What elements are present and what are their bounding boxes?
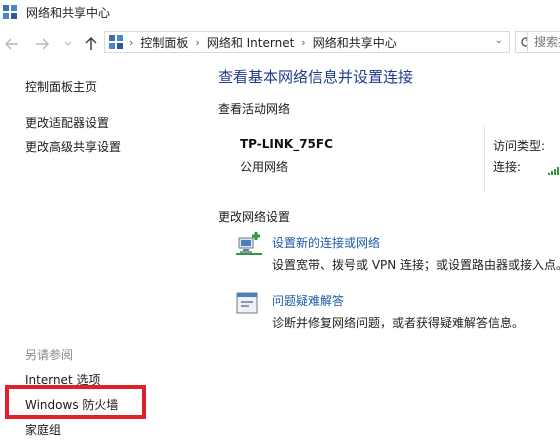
- search-input[interactable]: 搜索控: [527, 31, 560, 53]
- troubleshoot-description: 诊断并修复网络问题，或者获得疑难解答信息。: [272, 316, 525, 330]
- page-title: 查看基本网络信息并设置连接: [218, 68, 414, 86]
- sidebar-link-advanced-sharing[interactable]: 更改高级共享设置: [25, 138, 121, 155]
- troubleshoot-icon: [236, 292, 258, 314]
- wifi-signal-icon[interactable]: [548, 165, 560, 175]
- breadcrumb-network-internet[interactable]: 网络和 Internet: [207, 34, 294, 51]
- sidebar-link-homegroup[interactable]: 家庭组: [25, 421, 61, 438]
- see-also-heading: 另请参阅: [25, 348, 74, 362]
- network-center-icon: [3, 5, 17, 19]
- setup-connection-description: 设置宽带、拨号或 VPN 连接；或设置路由器或接入点。: [272, 258, 560, 272]
- forward-arrow-icon[interactable]: [34, 36, 50, 52]
- troubleshoot-link[interactable]: 问题疑难解答: [272, 292, 344, 309]
- sidebar-link-adapter-settings[interactable]: 更改适配器设置: [25, 114, 109, 131]
- new-connection-icon: [236, 232, 262, 255]
- sidebar-link-home[interactable]: 控制面板主页: [25, 78, 97, 95]
- title-bar: 网络和共享中心: [0, 0, 560, 24]
- breadcrumb-separator-icon[interactable]: ›: [195, 36, 199, 49]
- connection-label: 连接:: [493, 160, 522, 174]
- change-settings-heading: 更改网络设置: [218, 210, 291, 224]
- breadcrumb-separator-icon[interactable]: ›: [301, 36, 305, 49]
- back-arrow-icon[interactable]: [4, 36, 20, 52]
- access-type-label: 访问类型:: [493, 139, 546, 153]
- setup-connection-link[interactable]: 设置新的连接或网络: [272, 234, 380, 251]
- breadcrumb-control-panel[interactable]: 控制面板: [140, 34, 188, 51]
- network-name: TP-LINK_75FC: [240, 137, 333, 151]
- active-network-heading: 查看活动网络: [218, 102, 291, 116]
- breadcrumb-network-center[interactable]: 网络和共享中心: [313, 34, 397, 51]
- breadcrumb-separator-icon[interactable]: ›: [129, 36, 133, 49]
- up-arrow-icon[interactable]: [83, 36, 99, 52]
- address-dropdown-icon[interactable]: ⌄: [495, 35, 503, 46]
- address-bar[interactable]: › 控制面板 › 网络和 Internet › 网络和共享中心 ⌄: [104, 31, 510, 53]
- window-title: 网络和共享中心: [26, 6, 111, 20]
- network-type-link[interactable]: 公用网络: [240, 158, 288, 175]
- highlight-box: [5, 385, 146, 419]
- control-panel-icon: [109, 35, 123, 49]
- recent-dropdown-icon[interactable]: [60, 36, 76, 52]
- divider: [484, 126, 485, 192]
